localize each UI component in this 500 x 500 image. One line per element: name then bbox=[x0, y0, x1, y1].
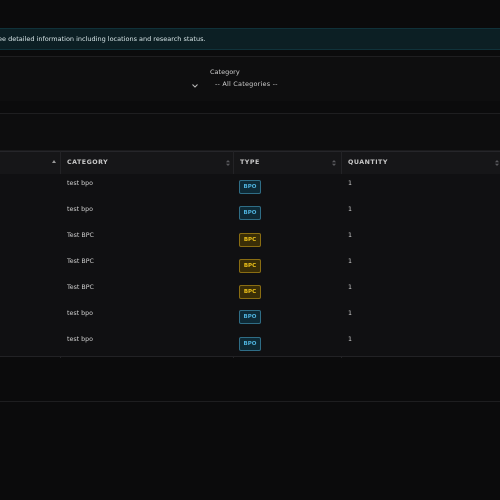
table-row[interactable]: Test BPC BPC 1 bbox=[0, 226, 500, 253]
page: ee detailed information including locati… bbox=[0, 0, 500, 500]
type-badge-bpo: BPO bbox=[239, 206, 261, 220]
type-badge-bpo: BPO bbox=[239, 180, 261, 194]
column-header-type[interactable]: TYPE bbox=[240, 152, 260, 174]
cell-quantity: 1 bbox=[348, 336, 353, 343]
type-badge-bpo: BPO bbox=[239, 337, 261, 351]
cell-quantity: 1 bbox=[348, 180, 353, 187]
cell-category: test bpo bbox=[67, 206, 93, 213]
cell-category: Test BPC bbox=[67, 258, 94, 265]
divider bbox=[0, 401, 500, 402]
info-banner-text: ee detailed information including locati… bbox=[0, 35, 206, 43]
cell-quantity: 1 bbox=[348, 232, 353, 239]
spacer bbox=[0, 101, 500, 111]
column-header-category[interactable]: CATEGORY bbox=[67, 152, 108, 174]
table-row[interactable]: test bpo BPO 1 bbox=[0, 330, 500, 357]
sort-icon[interactable] bbox=[494, 159, 500, 167]
cell-quantity: 1 bbox=[348, 284, 353, 291]
cell-category: test bpo bbox=[67, 180, 93, 187]
cell-category: test bpo bbox=[67, 310, 93, 317]
type-badge-bpc: BPC bbox=[239, 259, 261, 273]
sort-icon[interactable] bbox=[331, 159, 337, 167]
table-row[interactable]: test bpo BPO 1 bbox=[0, 174, 500, 201]
sort-icon[interactable] bbox=[225, 159, 231, 167]
column-header-quantity[interactable]: QUANTITY bbox=[348, 152, 388, 174]
cell-category: Test BPC bbox=[67, 284, 94, 291]
chevron-down-icon[interactable] bbox=[190, 81, 200, 91]
sort-ascending-icon[interactable] bbox=[51, 159, 57, 167]
info-banner: ee detailed information including locati… bbox=[0, 28, 500, 50]
toolbar-band bbox=[0, 113, 500, 151]
table-row[interactable]: Test BPC BPC 1 bbox=[0, 278, 500, 305]
cell-quantity: 1 bbox=[348, 206, 353, 213]
table-row[interactable]: test bpo BPO 1 bbox=[0, 200, 500, 227]
cell-quantity: 1 bbox=[348, 310, 353, 317]
category-filter-label: Category bbox=[210, 68, 240, 76]
cell-category: test bpo bbox=[67, 336, 93, 343]
cell-quantity: 1 bbox=[348, 258, 353, 265]
filter-panel: Category -- All Categories -- bbox=[0, 56, 500, 103]
table-row[interactable]: Test BPC BPC 1 bbox=[0, 252, 500, 279]
table-row[interactable]: test bpo BPO 1 bbox=[0, 304, 500, 331]
type-badge-bpo: BPO bbox=[239, 310, 261, 324]
type-badge-bpc: BPC bbox=[239, 285, 261, 299]
cell-category: Test BPC bbox=[67, 232, 94, 239]
table-header: CATEGORY TYPE QUANTITY bbox=[0, 151, 500, 175]
type-badge-bpc: BPC bbox=[239, 233, 261, 247]
category-select[interactable]: -- All Categories -- bbox=[215, 80, 278, 88]
